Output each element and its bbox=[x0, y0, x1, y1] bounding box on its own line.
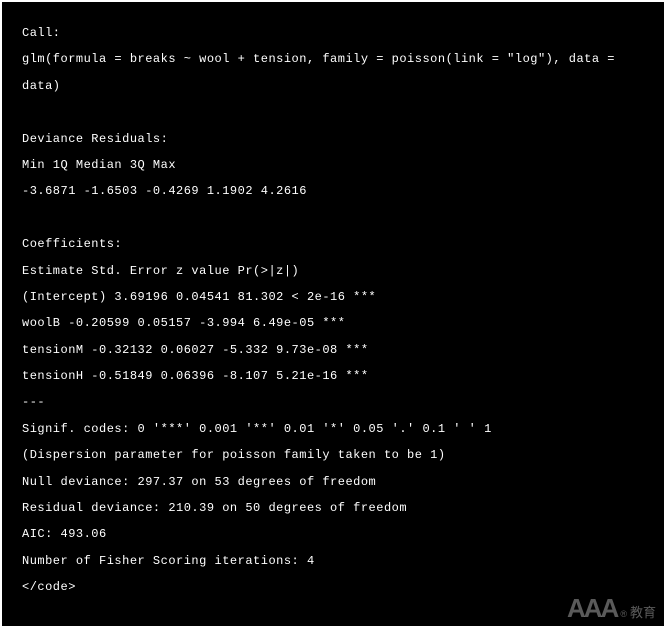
null-deviance: Null deviance: 297.37 on 53 degrees of f… bbox=[22, 469, 644, 495]
fisher-iterations: Number of Fisher Scoring iterations: 4 bbox=[22, 548, 644, 574]
aic: AIC: 493.06 bbox=[22, 521, 644, 547]
deviance-residuals-header: Min 1Q Median 3Q Max bbox=[22, 152, 644, 178]
coefficients-header: Estimate Std. Error z value Pr(>|z|) bbox=[22, 258, 644, 284]
coef-tensionm: tensionM -0.32132 0.06027 -5.332 9.73e-0… bbox=[22, 337, 644, 363]
blank-line bbox=[22, 205, 644, 231]
deviance-residuals-label: Deviance Residuals: bbox=[22, 126, 644, 152]
coefficients-label: Coefficients: bbox=[22, 231, 644, 257]
call-formula: glm(formula = breaks ~ wool + tension, f… bbox=[22, 46, 644, 99]
coef-intercept: (Intercept) 3.69196 0.04541 81.302 < 2e-… bbox=[22, 284, 644, 310]
coef-woolb: woolB -0.20599 0.05157 -3.994 6.49e-05 *… bbox=[22, 310, 644, 336]
blank-line bbox=[22, 99, 644, 125]
residual-deviance: Residual deviance: 210.39 on 50 degrees … bbox=[22, 495, 644, 521]
call-label: Call: bbox=[22, 20, 644, 46]
coef-tensionh: tensionH -0.51849 0.06396 -8.107 5.21e-1… bbox=[22, 363, 644, 389]
deviance-residuals-values: -3.6871 -1.6503 -0.4269 1.1902 4.2616 bbox=[22, 178, 644, 204]
dispersion-param: (Dispersion parameter for poisson family… bbox=[22, 442, 644, 468]
terminal-output: Call: glm(formula = breaks ~ wool + tens… bbox=[2, 2, 664, 626]
separator: --- bbox=[22, 389, 644, 415]
code-end-tag: </code> bbox=[22, 574, 644, 600]
signif-codes: Signif. codes: 0 '***' 0.001 '**' 0.01 '… bbox=[22, 416, 644, 442]
